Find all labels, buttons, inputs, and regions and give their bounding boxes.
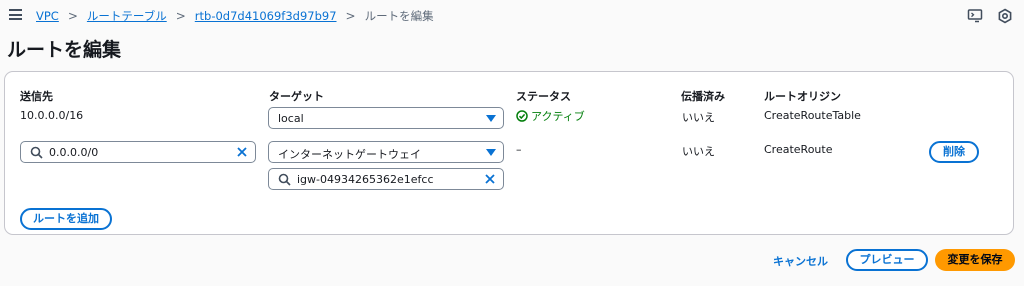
destination-value: 10.0.0.0/16	[20, 109, 84, 122]
target-id-input[interactable]: igw-04934265362e1efcc	[268, 168, 504, 190]
hamburger-menu-icon[interactable]	[9, 9, 22, 20]
target-select[interactable]: local	[268, 107, 504, 129]
caret-down-icon	[486, 115, 496, 122]
route-origin-value: CreateRouteTable	[764, 109, 861, 122]
route-origin-value: CreateRoute	[764, 143, 833, 156]
breadcrumb-route-table-id[interactable]: rtb-0d7d41069f3d97b97	[195, 9, 337, 23]
cloudshell-icon[interactable]	[967, 8, 983, 24]
target-type-select-value: インターネットゲートウェイ	[278, 148, 421, 161]
remove-route-button[interactable]: 削除	[929, 141, 979, 163]
page-title: ルートを編集	[7, 39, 122, 61]
status-text: アクティブ	[531, 110, 585, 123]
target-select-value: local	[278, 112, 304, 125]
close-icon[interactable]	[236, 146, 248, 158]
column-header-route-origin: ルートオリジン	[764, 90, 841, 103]
settings-icon[interactable]	[997, 8, 1013, 24]
breadcrumb-vpc[interactable]: VPC	[36, 9, 59, 23]
check-circle-icon	[516, 110, 528, 122]
destination-input-value: 0.0.0.0/0	[49, 146, 99, 159]
status-value: –	[516, 143, 522, 156]
preview-button[interactable]: プレビュー	[846, 249, 928, 271]
propagated-value: いいえ	[682, 111, 715, 124]
caret-down-icon	[486, 149, 496, 156]
close-icon[interactable]	[484, 173, 496, 185]
destination-input[interactable]: 0.0.0.0/0	[20, 141, 256, 163]
save-changes-button[interactable]: 変更を保存	[935, 249, 1015, 271]
add-route-button[interactable]: ルートを追加	[20, 208, 112, 230]
search-icon	[278, 173, 291, 186]
breadcrumb: VPC > ルートテーブル > rtb-0d7d41069f3d97b97 > …	[36, 7, 434, 25]
target-type-select[interactable]: インターネットゲートウェイ	[268, 141, 504, 163]
column-header-status: ステータス	[516, 90, 571, 103]
top-navigation: VPC > ルートテーブル > rtb-0d7d41069f3d97b97 > …	[0, 0, 1024, 32]
cancel-button[interactable]: キャンセル	[773, 253, 828, 269]
column-header-target: ターゲット	[269, 90, 324, 103]
routes-editor-panel: 送信先 ターゲット ステータス 伝播済み ルートオリジン 10.0.0.0/16…	[4, 71, 1014, 235]
breadcrumb-route-tables[interactable]: ルートテーブル	[87, 8, 167, 24]
breadcrumb-separator: >	[67, 9, 78, 23]
propagated-value: いいえ	[682, 145, 715, 158]
breadcrumb-current: ルートを編集	[364, 9, 434, 23]
column-header-destination: 送信先	[20, 90, 53, 103]
breadcrumb-separator: >	[175, 9, 186, 23]
column-header-propagated: 伝播済み	[681, 90, 725, 103]
status-badge: アクティブ	[516, 108, 585, 124]
target-id-input-value: igw-04934265362e1efcc	[297, 173, 434, 186]
breadcrumb-separator: >	[345, 9, 356, 23]
search-icon	[30, 146, 43, 159]
